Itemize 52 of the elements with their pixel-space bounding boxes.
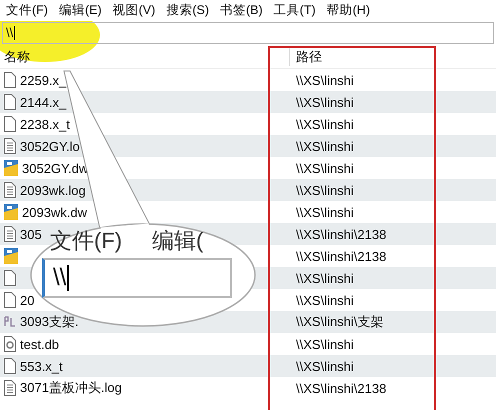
file-icon — [4, 270, 16, 286]
file-icon — [4, 72, 16, 88]
drawing-file-icon — [4, 248, 18, 264]
text-file-icon — [4, 138, 16, 154]
file-path: \\XS\linshi\支架 — [296, 313, 384, 331]
file-path: \\XS\linshi — [296, 138, 354, 154]
file-path: \\XS\linshi — [296, 94, 354, 110]
file-name[interactable]: test.db — [20, 336, 60, 352]
text-file-icon — [4, 380, 16, 396]
file-path: \\XS\linshi\2138 — [296, 226, 386, 242]
file-name[interactable]: 2144.x_ — [20, 94, 66, 110]
file-path: \\XS\linshi — [296, 204, 354, 220]
drawing-file-icon — [4, 204, 18, 220]
file-path: \\XS\linshi\2138 — [296, 380, 386, 396]
text-file-icon — [4, 182, 16, 198]
search-field[interactable]: \\ — [2, 22, 494, 44]
file-path: \\XS\linshi — [296, 182, 354, 198]
file-name[interactable]: 2259.x_ — [20, 72, 66, 88]
menu-item[interactable]: 书签(B) — [218, 2, 272, 19]
file-path: \\XS\linshi\2138 — [296, 248, 386, 264]
menu-item[interactable]: 搜索(S) — [164, 2, 218, 19]
file-path: \\XS\linshi — [296, 270, 354, 286]
drawing-file-icon — [4, 160, 18, 176]
menu-item[interactable]: 编辑(E) — [56, 2, 111, 19]
file-icon — [4, 358, 16, 374]
file-icon — [4, 94, 16, 110]
file-name[interactable]: 305 — [20, 226, 42, 242]
file-name[interactable]: 2238.x_t — [20, 116, 70, 132]
menu-item[interactable]: 视图(V) — [110, 2, 164, 19]
file-path: \\XS\linshi — [296, 72, 354, 88]
file-name[interactable]: 3052GY.dw — [22, 160, 88, 176]
text-file-icon — [4, 226, 16, 242]
file-name[interactable]: 3071盖板冲头.log — [20, 379, 122, 397]
column-header[interactable]: 路径 — [290, 48, 322, 66]
file-icon — [4, 292, 16, 308]
menu-item[interactable]: 工具(T) — [272, 2, 325, 19]
database-file-icon — [4, 336, 16, 352]
file-name[interactable]: 2093wk.dw — [22, 204, 88, 220]
part-file-icon — [4, 315, 16, 329]
file-path: \\XS\linshi — [296, 358, 354, 374]
file-path: \\XS\linshi — [296, 336, 354, 352]
file-icon — [4, 116, 16, 132]
file-path: \\XS\linshi — [296, 160, 354, 176]
file-name[interactable]: 3052GY.lo — [20, 138, 80, 154]
menu-item[interactable]: 帮助(H) — [324, 2, 379, 19]
file-name[interactable]: 2093wk.log — [20, 182, 86, 198]
file-name[interactable]: 3093支架. — [20, 313, 79, 331]
menu-item[interactable]: 文件(F) — [4, 2, 57, 19]
file-path: \\XS\linshi — [296, 116, 354, 132]
file-path: \\XS\linshi — [296, 292, 354, 308]
file-name[interactable]: 20 — [20, 292, 34, 308]
file-name[interactable]: 553.x_t — [20, 358, 63, 374]
